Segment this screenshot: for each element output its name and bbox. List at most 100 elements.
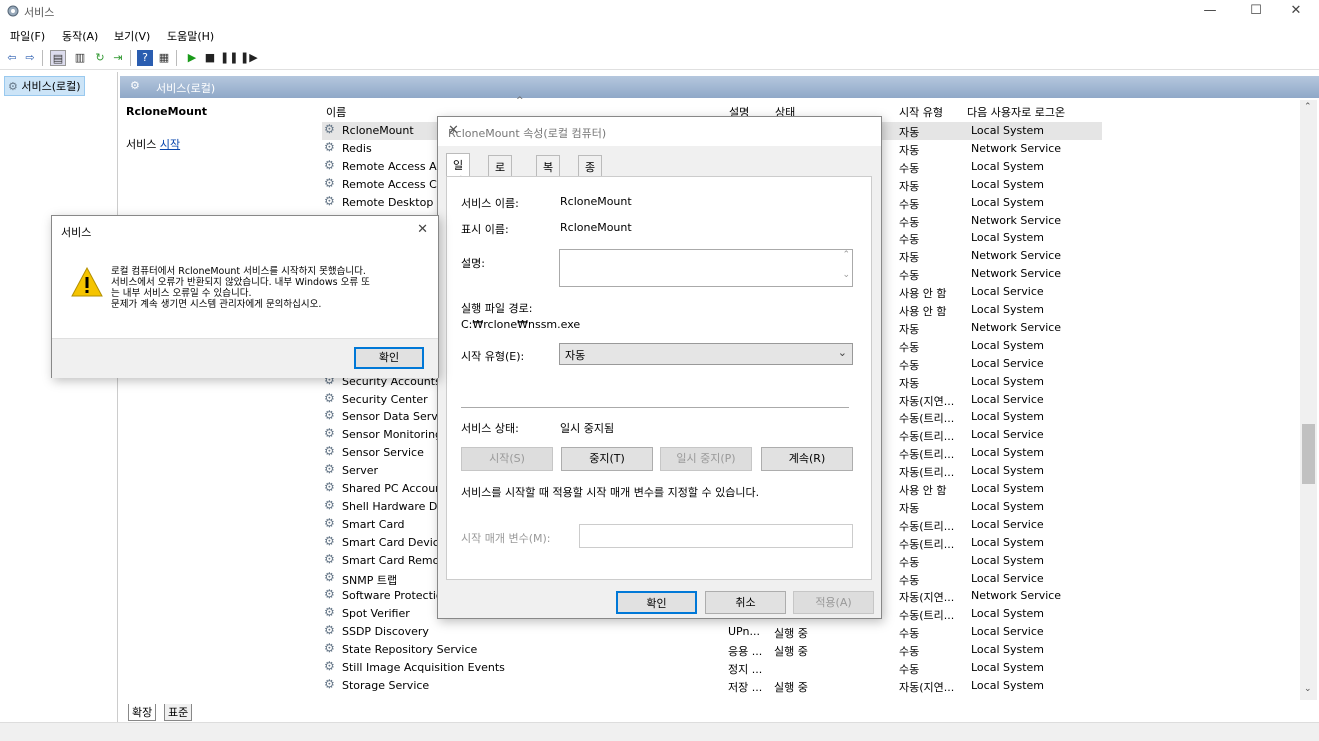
minimize-button[interactable]: — (1187, 0, 1233, 24)
gear-icon: ⚙ (324, 605, 335, 620)
startup-type-label: 시작 유형(E): (461, 350, 525, 363)
gear-icon: ⚙ (8, 80, 18, 93)
chevron-down-icon: ⌄ (837, 346, 847, 359)
service-desc-cell: 정지 ... (728, 663, 763, 676)
forward-arrow-icon[interactable]: ⇨ (22, 50, 38, 66)
menu-help[interactable]: 도움말(H) (167, 28, 214, 44)
table-row[interactable]: ⚙ Still Image Acquisition Events 정지 ... 수동 L… (322, 659, 1102, 677)
gear-icon: ⚙ (324, 139, 335, 154)
service-startup-cell: 자동 (899, 376, 920, 390)
gear-icon: ⚙ (324, 515, 335, 530)
description-field[interactable]: ⌃ ⌄ (559, 249, 853, 287)
menu-action[interactable]: 동작(A) (62, 28, 98, 44)
tab-standard[interactable]: 표준 (164, 704, 193, 721)
gear-icon: ⚙ (324, 551, 335, 566)
service-logon-cell: Local System (971, 643, 1045, 657)
console-tree: ⚙ 서비스(로컬) (0, 72, 118, 722)
service-logon-cell: Local System (971, 482, 1045, 495)
tab-dependencies[interactable]: 종속성 (578, 155, 603, 206)
error-footer: 확인 (52, 338, 438, 378)
ok-button[interactable]: 확인 (616, 591, 697, 614)
service-startup-cell: 자동(트리... (899, 466, 955, 480)
apply-button[interactable]: 적용(A) (793, 591, 874, 614)
start-params-label: 시작 매개 변수(M): (461, 532, 551, 545)
restart-service-icon[interactable]: ❚▶ (240, 50, 258, 66)
service-logon-cell: Local System (971, 159, 1045, 173)
error-dialog: 서비스 ✕ 로컬 컴퓨터에서 RcloneMount 서비스를 시작하지 못했습… (51, 215, 439, 378)
service-logon-cell: Local System (971, 446, 1045, 460)
service-logon-cell: Local System (971, 499, 1045, 513)
table-row[interactable]: ⚙ Storage Service 저장 ... 실행 중 자동(지연... Local … (322, 677, 1102, 695)
gear-icon: ⚙ (324, 426, 335, 441)
selected-service-name: RcloneMount (126, 105, 208, 118)
service-logon-cell: Local System (971, 553, 1045, 567)
column-header-name[interactable]: 이름 (326, 104, 346, 120)
gear-icon: ⚙ (324, 444, 335, 459)
general-panel: 서비스 이름: RcloneMount 표시 이름: RcloneMount 설… (446, 176, 872, 580)
service-desc-cell: UPn... (728, 625, 760, 639)
service-startup-cell: 수동(트리... (899, 430, 955, 444)
tab-logon[interactable]: 로그온 (488, 155, 513, 206)
resume-button[interactable]: 계속(R) (761, 447, 853, 471)
tab-general[interactable]: 일반 (446, 153, 471, 188)
table-row[interactable]: ⚙ State Repository Service 응용 ... 실행 중 수동 Loc… (322, 641, 1102, 659)
start-button[interactable]: 시작(S) (461, 447, 553, 471)
service-name-cell: Still Image Acquisition Events (342, 661, 505, 674)
column-header-startup[interactable]: 시작 유형 (899, 104, 943, 120)
cancel-button[interactable]: 취소 (705, 591, 786, 614)
tab-extended[interactable]: 확장 (128, 704, 157, 721)
console-tree-icon[interactable]: ▤ (50, 50, 66, 66)
pause-button[interactable]: 일시 중지(P) (660, 447, 752, 471)
scroll-down-icon[interactable]: ⌄ (842, 270, 850, 280)
menu-file[interactable]: 파일(F) (10, 28, 45, 44)
pause-service-icon[interactable]: ❚❚ (220, 50, 238, 66)
service-status-cell: 실행 중 (774, 627, 808, 641)
stop-service-icon[interactable]: ■ (202, 50, 218, 66)
service-name-cell: SSDP Discovery (342, 625, 429, 639)
service-startup-cell: 자동 (899, 322, 920, 336)
help-icon[interactable]: ? (137, 50, 153, 66)
action-pane-icon[interactable]: ▦ (156, 50, 172, 66)
error-line: 서비스에서 오류가 반환되지 않았습니다. 내부 Windows 오류 또 (111, 277, 370, 288)
close-window-button[interactable]: ✕ (1273, 0, 1319, 24)
service-startup-cell: 자동(지연... (899, 680, 955, 694)
close-icon[interactable]: ✕ (448, 123, 871, 138)
service-startup-cell: 수동 (899, 197, 920, 211)
close-icon[interactable]: ✕ (417, 222, 428, 237)
scroll-up-icon[interactable]: ⌃ (842, 250, 850, 260)
start-service-link[interactable]: 시작 (160, 138, 180, 151)
service-desc-cell: 응용 ... (728, 645, 763, 659)
export-list-icon[interactable]: ⇥ (110, 50, 126, 66)
tree-node-services-local[interactable]: ⚙ 서비스(로컬) (4, 76, 85, 96)
refresh-icon[interactable]: ↻ (92, 50, 108, 66)
start-service-icon[interactable]: ▶ (184, 50, 200, 66)
service-startup-cell: 수동(트리... (899, 609, 955, 623)
service-logon-cell: Local System (971, 231, 1045, 245)
menu-view[interactable]: 보기(V) (114, 28, 150, 44)
column-header-logon[interactable]: 다음 사용자로 로그온 (967, 104, 1065, 120)
error-ok-button[interactable]: 확인 (354, 347, 424, 369)
service-startup-cell: 수동(트리... (899, 519, 955, 533)
service-startup-cell: 사용 안 함 (899, 287, 947, 301)
view-tabs: 확장 표준 (120, 702, 1319, 722)
display-name-value[interactable]: RcloneMount (560, 221, 632, 234)
scroll-up-icon[interactable]: ⌃ (1304, 102, 1312, 112)
back-arrow-icon[interactable]: ⇦ (4, 50, 20, 66)
service-startup-cell: 사용 안 함 (899, 305, 947, 318)
service-status-value: 일시 중지됨 (560, 422, 615, 435)
service-logon-cell: Local Service (971, 517, 1044, 531)
service-logon-cell: Local System (971, 195, 1045, 209)
service-startup-cell: 수동 (899, 663, 920, 676)
table-row[interactable]: ⚙ SSDP Discovery UPn... 실행 중 수동 Local Service (322, 623, 1102, 641)
scroll-down-icon[interactable]: ⌄ (1304, 684, 1312, 694)
start-params-input[interactable] (579, 524, 853, 548)
stop-button[interactable]: 중지(T) (561, 447, 653, 471)
service-startup-cell: 수동 (899, 161, 920, 175)
description-pane: RcloneMount 서비스 시작 (120, 100, 315, 700)
scrollbar-thumb[interactable] (1302, 424, 1315, 484)
vertical-scrollbar[interactable]: ⌃ ⌄ (1300, 100, 1317, 700)
startup-type-select[interactable]: 자동 ⌄ (559, 343, 853, 365)
tab-recovery[interactable]: 복구 (536, 155, 561, 190)
service-name-label: 서비스 이름: (461, 197, 519, 210)
properties-sheet-icon[interactable]: ▥ (72, 50, 88, 66)
